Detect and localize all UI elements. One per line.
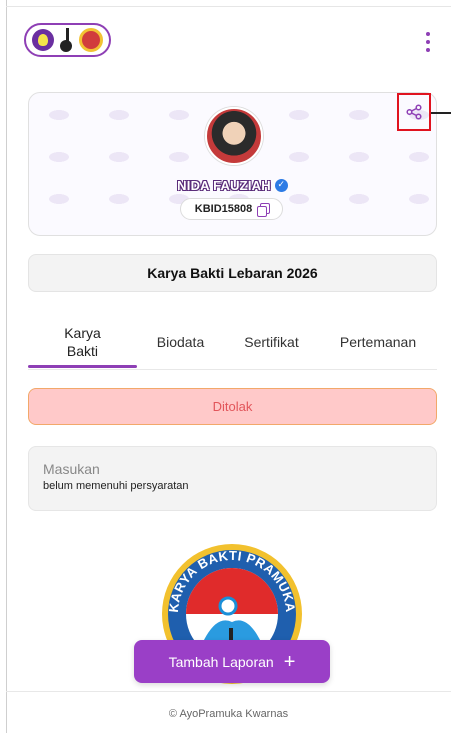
feedback-text: belum memenuhi persyaratan (43, 480, 189, 492)
annotation-pointer-line (431, 112, 451, 114)
verified-badge-icon: ✓ (274, 178, 288, 192)
active-tab-indicator (28, 365, 137, 368)
tab-sertifikat[interactable]: Sertifikat (224, 313, 319, 370)
footer-copyright: © AyoPramuka Kwarnas (168, 708, 289, 720)
plus-icon: + (283, 650, 296, 673)
kwarnas-emblem-icon (78, 28, 103, 52)
tab-label: Biodata (156, 333, 205, 350)
footer-divider (6, 691, 451, 692)
tab-bar: Karya Bakti Biodata Sertifikat Pertemanan (28, 313, 437, 370)
profile-name-row: NIDA FAUZIAH ✓ (100, 176, 365, 194)
tab-label: Bakti (66, 342, 99, 359)
frame-border (6, 0, 7, 733)
add-report-label: Tambah Laporan (168, 653, 274, 670)
music-note-logo-icon (58, 28, 74, 52)
feedback-card: Masukan belum memenuhi persyaratan (28, 446, 437, 511)
add-report-button[interactable]: Tambah Laporan + (134, 640, 330, 683)
tab-label: Pertemanan (339, 333, 417, 350)
tab-biodata[interactable]: Biodata (137, 313, 224, 370)
tab-label: Sertifikat (244, 333, 299, 350)
share-icon (406, 104, 422, 120)
copy-icon[interactable] (257, 203, 271, 217)
app-logo-group[interactable] (24, 23, 111, 57)
avatar (205, 107, 263, 165)
tab-label: Karya (64, 324, 101, 341)
tab-karya-bakti[interactable]: Karya Bakti (28, 313, 137, 370)
frame-border-top (6, 6, 451, 7)
share-button[interactable] (397, 93, 431, 131)
status-badge: Ditolak (28, 388, 437, 425)
tab-pertemanan[interactable]: Pertemanan (319, 313, 437, 370)
activity-title: Karya Bakti Lebaran 2026 (28, 254, 437, 292)
member-id-pill[interactable]: KBID15808 (180, 198, 283, 220)
feedback-label: Masukan (43, 461, 100, 477)
kebab-menu-icon[interactable] (420, 30, 436, 54)
profile-name: NIDA FAUZIAH (177, 177, 271, 193)
scout-logo-icon (32, 29, 55, 51)
member-id: KBID15808 (194, 203, 253, 215)
